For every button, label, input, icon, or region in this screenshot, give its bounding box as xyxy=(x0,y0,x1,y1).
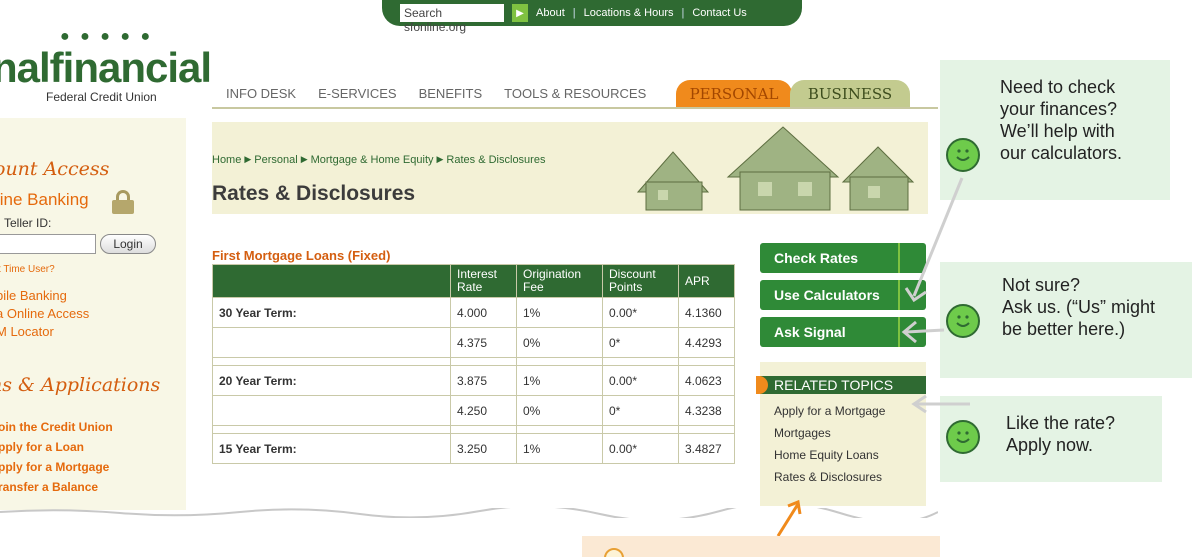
connector-arrows xyxy=(776,177,970,537)
bottom-note xyxy=(582,536,940,557)
page-canvas: Search sfonline.org ▶ About | Locations … xyxy=(0,0,1192,557)
note-icon xyxy=(604,548,624,557)
torn-edge xyxy=(0,508,938,518)
